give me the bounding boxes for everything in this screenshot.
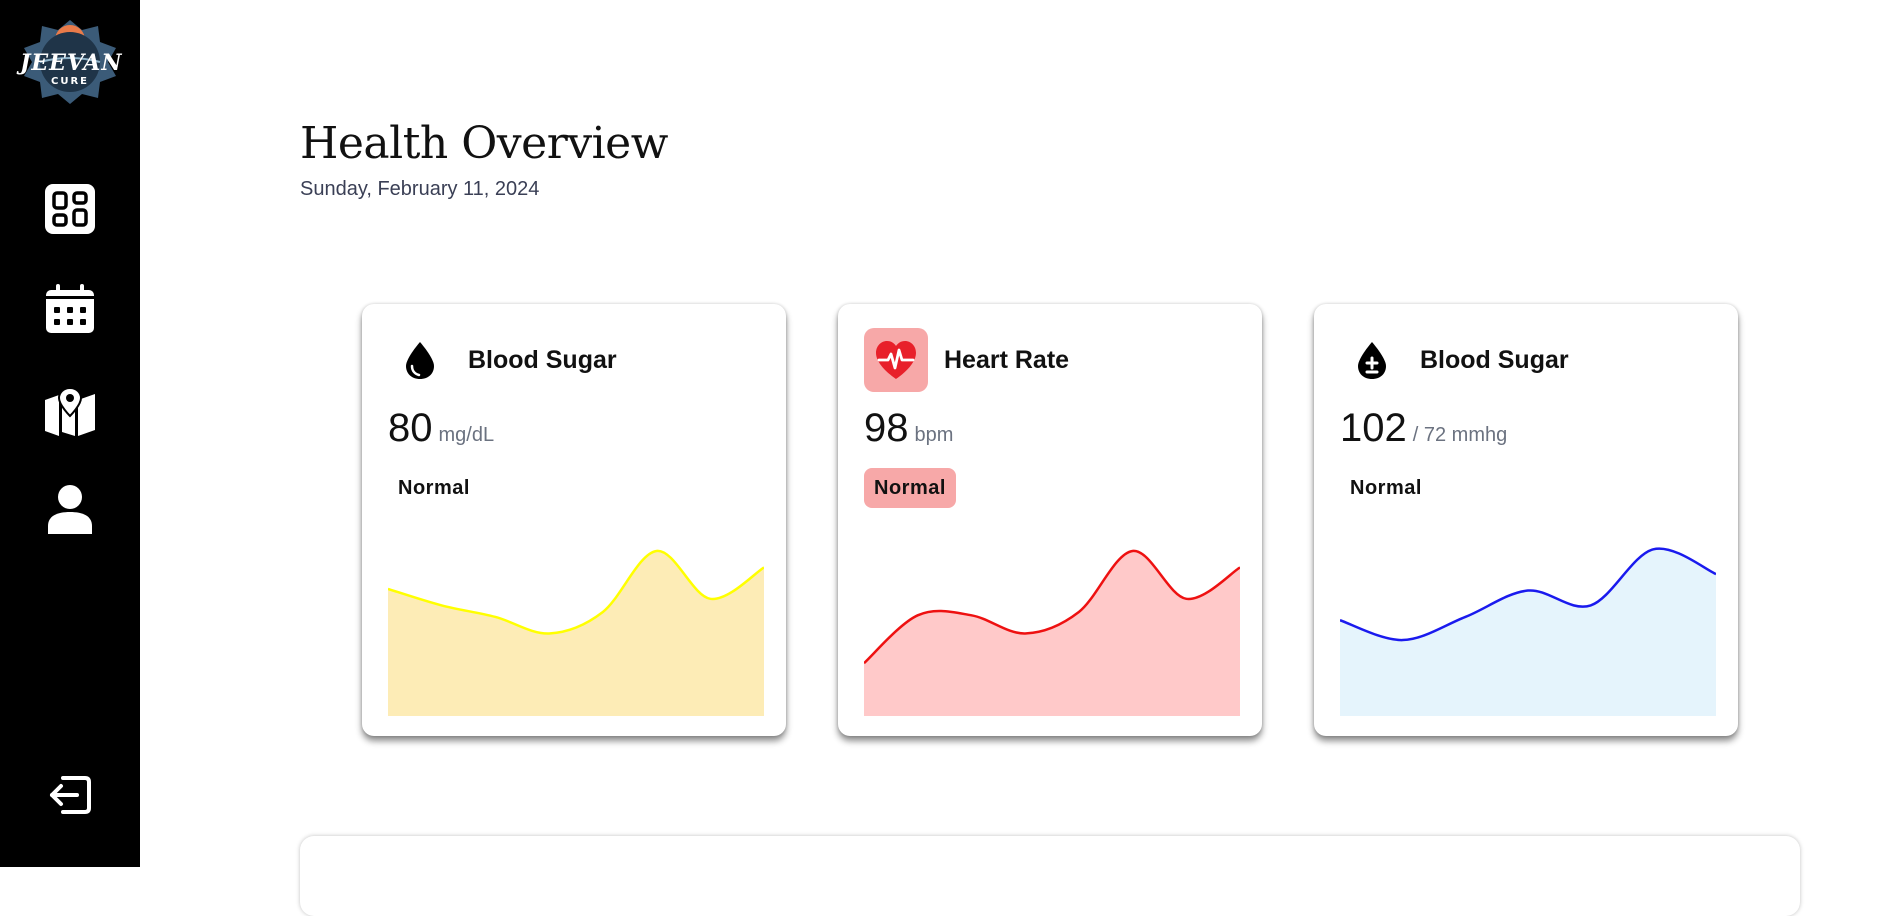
- nav-calendar[interactable]: [45, 284, 95, 334]
- heart-rate-card[interactable]: Heart Rate 98 bpm Normal: [838, 304, 1262, 736]
- logo-text: JEEVAN: [20, 50, 123, 76]
- card-header: Heart Rate: [864, 328, 1069, 392]
- trend-area: [1340, 548, 1716, 716]
- card-title: Heart Rate: [944, 345, 1070, 374]
- logout-button[interactable]: [45, 770, 95, 820]
- reading: 98 bpm: [864, 406, 953, 451]
- reading-unit: mg/dL: [438, 424, 495, 446]
- sidebar: JEEVAN CURE: [0, 0, 140, 867]
- calendar-icon: [46, 284, 94, 333]
- user-icon: [48, 485, 92, 534]
- card-header: Blood Sugar: [1340, 328, 1569, 392]
- reading-unit: bpm: [914, 424, 954, 446]
- status-badge: Normal: [864, 468, 956, 508]
- dashboard-icon: [45, 184, 95, 234]
- nav-profile[interactable]: [45, 484, 95, 534]
- trend-chart: [1340, 547, 1716, 716]
- page-title: Health Overview: [300, 118, 668, 169]
- card-title: Blood Sugar: [1420, 345, 1569, 374]
- blood-sugar-card[interactable]: Blood Sugar 80 mg/dL Normal: [362, 304, 786, 736]
- app-logo[interactable]: JEEVAN CURE: [20, 18, 123, 106]
- drop-icon: [388, 328, 452, 392]
- reading: 80 mg/dL: [388, 406, 494, 451]
- logo-subtext: CURE: [51, 76, 89, 87]
- heart-pulse-icon: [864, 328, 928, 392]
- reading-unit: / 72 mmhg: [1412, 424, 1508, 446]
- card-header: Blood Sugar: [388, 328, 617, 392]
- blood-pressure-card[interactable]: Blood Sugar 102 / 72 mmhg Normal: [1314, 304, 1738, 736]
- reading-value: 98: [864, 406, 909, 450]
- nav-dashboard[interactable]: [45, 184, 95, 234]
- trend-chart: [388, 549, 764, 716]
- trend-chart: [864, 549, 1240, 716]
- status-badge: Normal: [1350, 476, 1422, 499]
- nav-map[interactable]: [45, 386, 95, 436]
- trend-area: [864, 550, 1240, 716]
- page-date: Sunday, February 11, 2024: [300, 178, 540, 200]
- status-badge: Normal: [398, 476, 470, 499]
- drop-plus-icon: [1340, 328, 1404, 392]
- card-title: Blood Sugar: [468, 345, 617, 374]
- reading-value: 80: [388, 406, 433, 450]
- logout-icon: [50, 776, 91, 814]
- reading: 102 / 72 mmhg: [1340, 406, 1507, 451]
- trend-area: [388, 550, 764, 716]
- reading-value: 102: [1340, 406, 1407, 450]
- map-icon: [45, 386, 95, 436]
- bottom-panel: [300, 836, 1800, 916]
